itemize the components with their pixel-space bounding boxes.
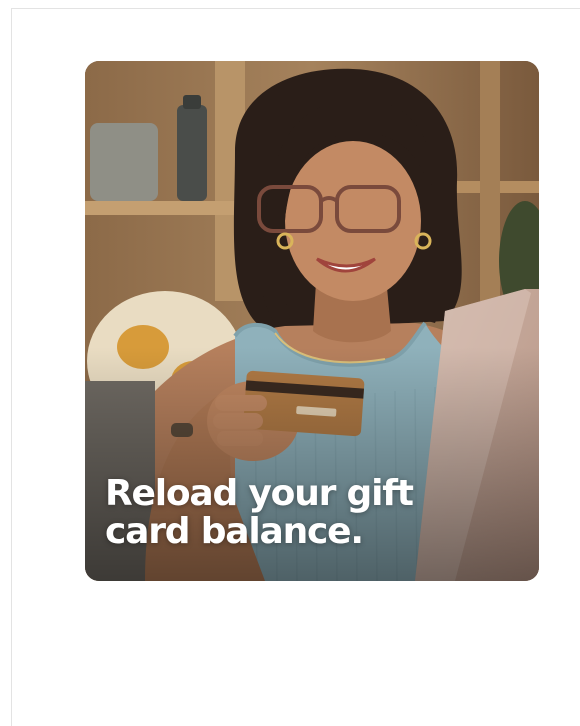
promo-headline: Reload your gift card balance. (105, 473, 414, 552)
gift-card-reload-promo[interactable]: Reload your gift card balance. (85, 61, 539, 581)
content-frame: Reload your gift card balance. (11, 8, 580, 726)
